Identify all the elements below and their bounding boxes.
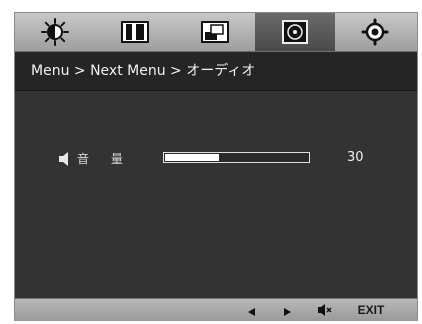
- tab-settings[interactable]: [335, 13, 415, 51]
- breadcrumb-bar: Menu > Next Menu > オーディオ: [15, 52, 417, 91]
- color-bars-icon: [120, 20, 150, 44]
- volume-slider[interactable]: [163, 152, 310, 163]
- right-button[interactable]: [277, 299, 299, 321]
- volume-label: 音 量: [77, 152, 132, 166]
- tab-display[interactable]: [175, 13, 255, 51]
- audio-settings-panel: 音 量 30: [15, 91, 417, 298]
- volume-value: 30: [347, 150, 364, 165]
- speaker-icon: [58, 151, 72, 170]
- speaker-mute-icon: [318, 301, 332, 320]
- right-arrow-icon: [284, 301, 292, 320]
- left-arrow-icon: [248, 301, 256, 320]
- breadcrumb: Menu > Next Menu > オーディオ: [31, 63, 256, 79]
- settings-gear-icon: [360, 17, 390, 47]
- mute-button[interactable]: [313, 299, 337, 321]
- tab-picture-brightness[interactable]: [15, 13, 95, 51]
- tab-bar: [15, 13, 417, 52]
- osd-menu: Menu > Next Menu > オーディオ 音 量 30 EXIT: [14, 12, 418, 321]
- bottom-control-bar: EXIT: [15, 298, 417, 321]
- left-button[interactable]: [241, 299, 263, 321]
- tab-audio[interactable]: [255, 13, 335, 51]
- audio-disc-icon: [280, 19, 310, 45]
- brightness-contrast-icon: [40, 17, 70, 47]
- exit-button[interactable]: EXIT: [351, 299, 391, 321]
- exit-label: EXIT: [357, 303, 385, 317]
- tab-color[interactable]: [95, 13, 175, 51]
- volume-row[interactable]: 音 量 30: [15, 149, 417, 169]
- volume-slider-fill: [165, 154, 219, 161]
- picture-icon: [200, 20, 230, 44]
